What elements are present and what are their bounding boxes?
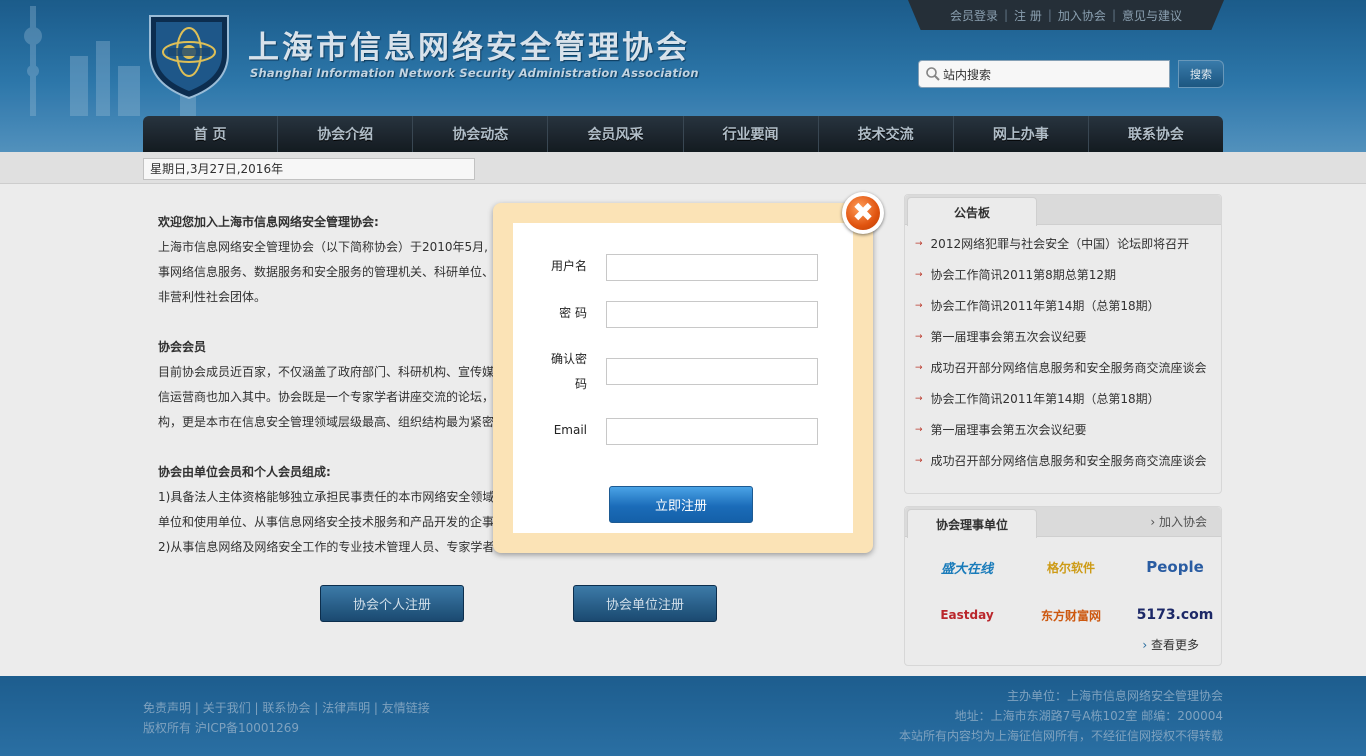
footer-address: 地址：上海市东湖路7号A栋102室 邮编：200004 [954,709,1223,723]
footer-left: 免责声明 | 关于我们 | 联系协会 | 法律声明 | 友情链接 版权所有 沪I… [143,698,430,738]
close-icon: ✖ [846,196,880,230]
footer-right: 主办单位：上海市信息网络安全管理协会 地址：上海市东湖路7号A栋102室 邮编：… [899,686,1223,746]
close-modal-button[interactable]: ✖ [842,192,884,234]
email-label: Email [553,423,587,437]
confirm-label-line1: 确认密 [550,352,587,366]
register-form: 用户名 密 码 确认密 码 Email 立即注册 [513,223,853,533]
password-label: 密 码 [559,306,587,320]
footer-rights: 本站所有内容均为上海征信网所有，不经征信网授权不得转载 [898,729,1223,743]
password-input[interactable] [606,301,818,328]
footer-host: 主办单位：上海市信息网络安全管理协会 [1006,689,1223,703]
footer-links: 免责声明 | 关于我们 | 联系协会 | 法律声明 | 友情链接 [143,701,430,715]
disclaimer-link[interactable]: 免责声明 [143,701,191,715]
copyright: 版权所有 沪ICP备10001269 [143,721,300,735]
friend-links-link[interactable]: 友情链接 [382,701,430,715]
email-input[interactable] [606,418,818,445]
username-label: 用户名 [550,259,587,273]
legal-link[interactable]: 法律声明 [322,701,370,715]
about-link[interactable]: 关于我们 [203,701,251,715]
confirm-password-label: 确认密 码 [527,347,587,397]
register-modal: 用户名 密 码 确认密 码 Email 立即注册 [493,203,873,553]
confirm-password-input[interactable] [606,358,818,385]
site-footer: 免责声明 | 关于我们 | 联系协会 | 法律声明 | 友情链接 版权所有 沪I… [0,676,1366,756]
register-now-button[interactable]: 立即注册 [609,486,753,523]
contact-link[interactable]: 联系协会 [262,701,310,715]
confirm-label-line2: 码 [574,377,587,391]
username-input[interactable] [606,254,818,281]
